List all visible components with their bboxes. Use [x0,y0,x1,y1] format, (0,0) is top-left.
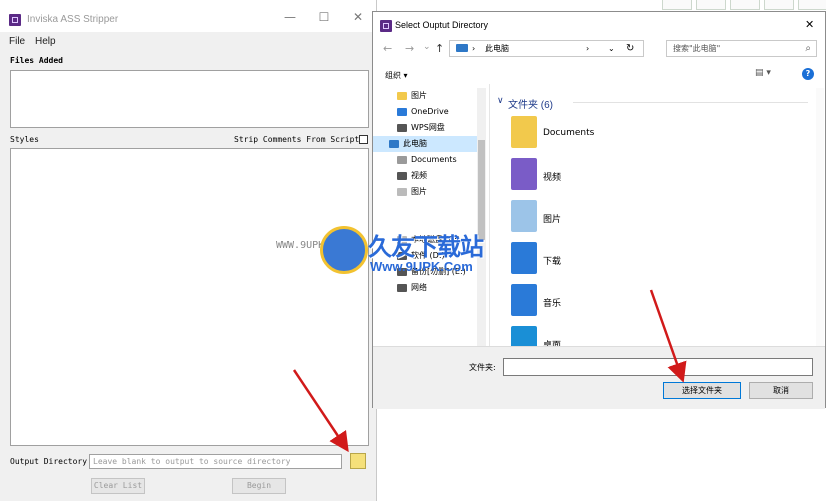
arrow-to-browse-button [292,369,349,453]
annotation-arrows [292,289,687,453]
arrow-to-select-folder-button [649,289,687,383]
